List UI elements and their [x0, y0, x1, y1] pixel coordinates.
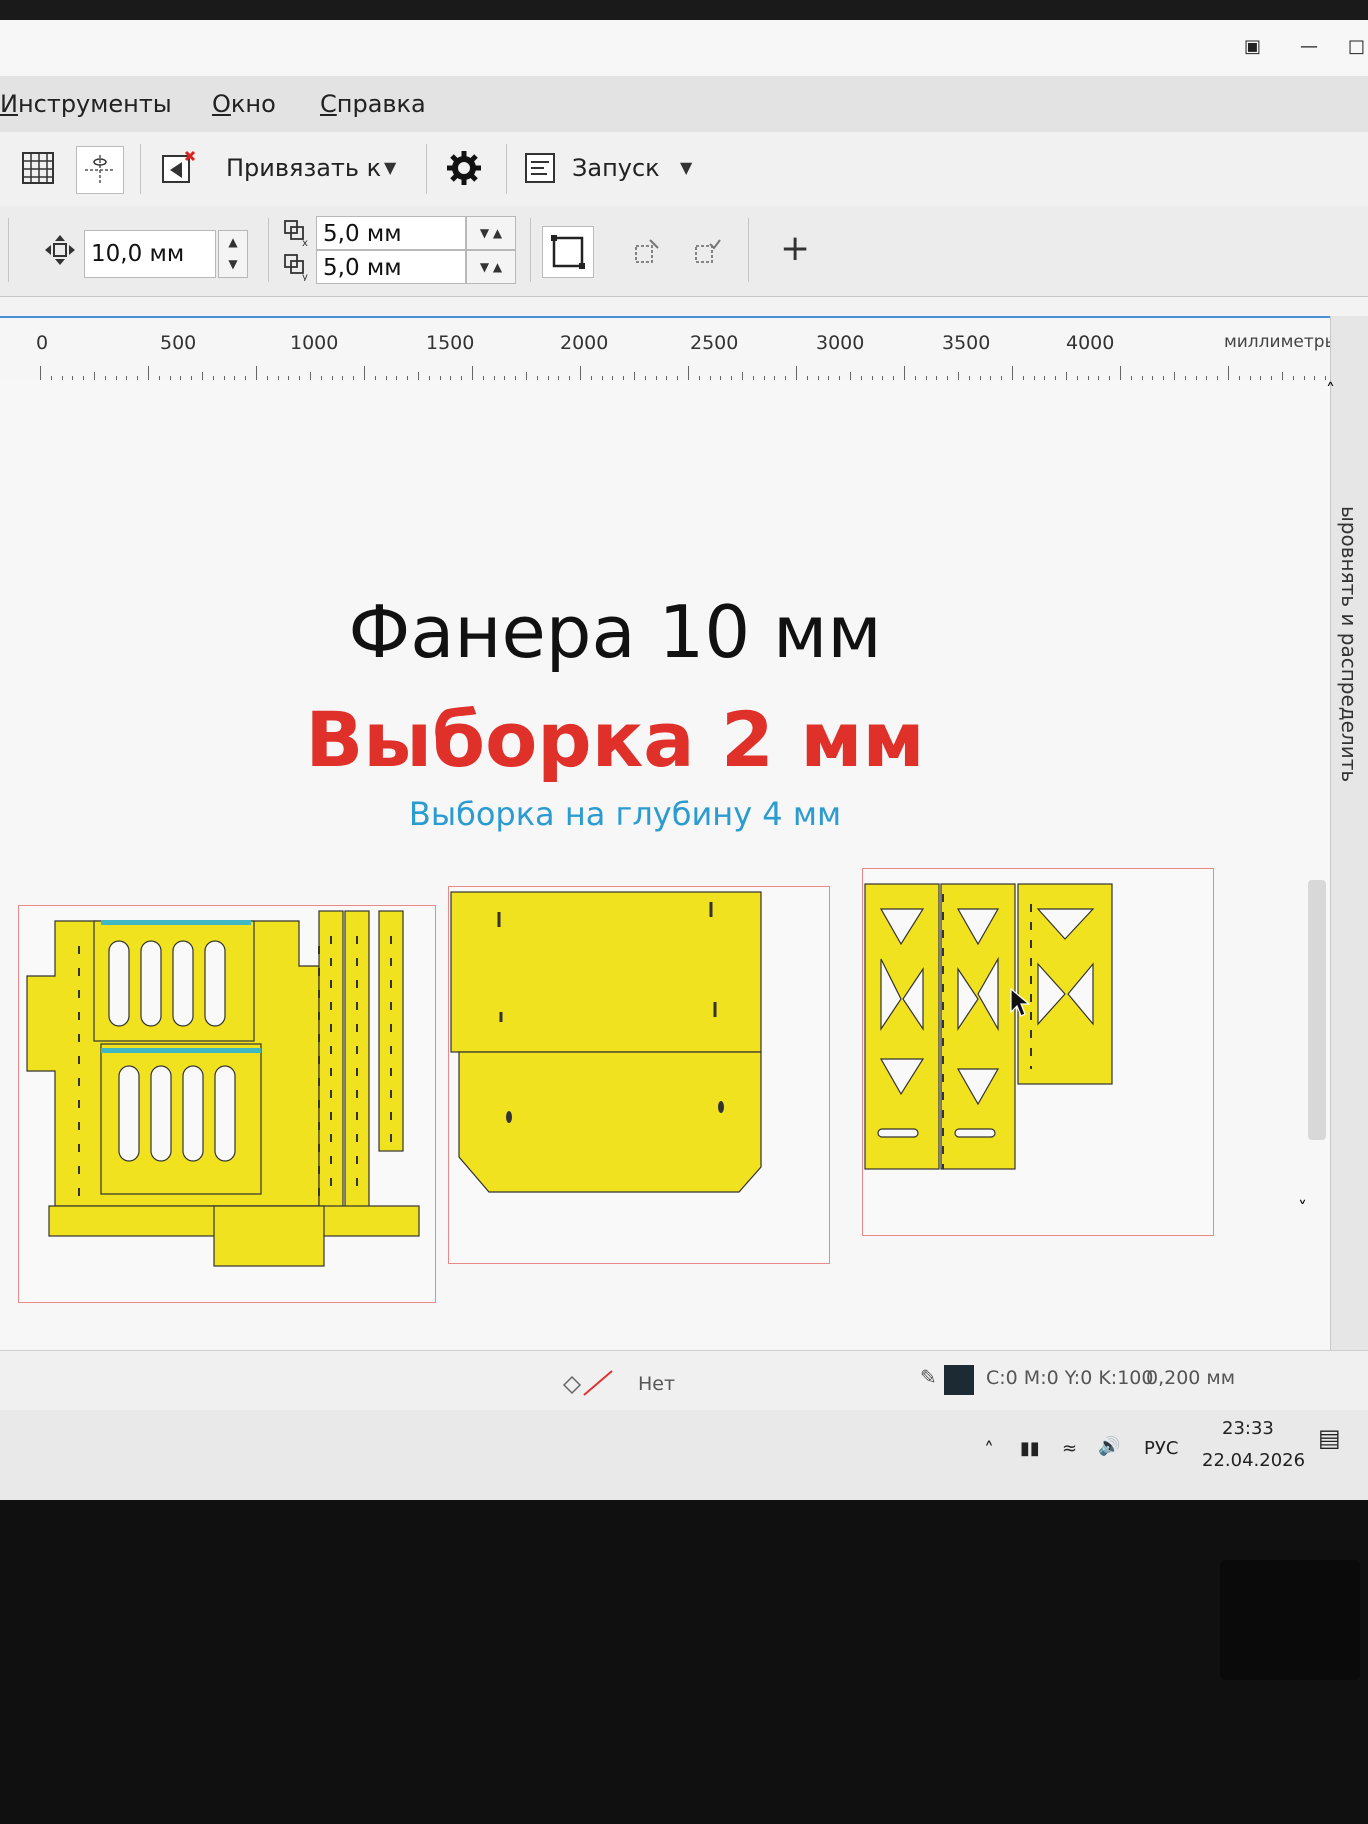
vertical-scrollbar[interactable] — [1308, 880, 1326, 1140]
launch-dropdown-icon[interactable]: ▼ — [680, 158, 692, 177]
fill-indicator-icon[interactable] — [560, 1369, 620, 1397]
launch-icon[interactable] — [522, 150, 558, 186]
duplicate-x-icon: x — [282, 218, 312, 248]
nudge-distance-field[interactable]: 10,0 мм — [84, 230, 216, 278]
plywood-title: Фанера 10 мм — [348, 590, 882, 674]
menu-bar: Инструменты Окно Справка — [0, 76, 1368, 133]
ruler-tick-label: 0 — [36, 332, 49, 354]
battery-icon[interactable]: ▮▮ — [1020, 1438, 1040, 1459]
pocket-subtitle: Выборка 2 мм — [305, 695, 925, 784]
ruler-tick-label: 4000 — [1066, 332, 1115, 354]
duplicate-x-field[interactable]: 5,0 мм — [316, 216, 466, 250]
standard-toolbar: Привязать к ▼ Запуск ▼ — [0, 132, 1368, 207]
docker-panel: ыровнять и распределить — [1330, 316, 1368, 1380]
clock-date[interactable]: 22.04.2026 — [1202, 1450, 1305, 1471]
title-bar: ▣ — □ — [0, 20, 1368, 76]
snap-dropdown-icon[interactable]: ▼ — [384, 158, 396, 177]
align-distribute-tab[interactable]: ыровнять и распределить — [1337, 506, 1361, 782]
property-bar: 10,0 мм ▲ ▼ x 5,0 мм ▼ ▲ y 5,0 мм ▼ ▲ + — [0, 206, 1368, 297]
monitor-screen: ▣ — □ Инструменты Окно Справка Привязать… — [0, 20, 1368, 1500]
monitor-bezel — [0, 1500, 1368, 1824]
scroll-down-icon[interactable]: ˅ — [1298, 1198, 1307, 1219]
horizontal-ruler: 0 500 1000 1500 2000 2500 3000 3500 4000… — [0, 316, 1352, 383]
ruler-tick-label: 1500 — [426, 332, 475, 354]
layout-sheet-1[interactable] — [18, 905, 436, 1303]
add-icon[interactable]: + — [780, 228, 810, 269]
menu-tools[interactable]: Инструменты — [0, 90, 172, 118]
guideline-settings-icon[interactable] — [628, 234, 664, 270]
outline-color-value: C:0 M:0 Y:0 K:100 — [986, 1367, 1154, 1389]
launch-label[interactable]: Запуск — [572, 154, 660, 182]
duplicate-y-field[interactable]: 5,0 мм — [316, 250, 466, 284]
ruler-unit-label: миллиметры — [1223, 332, 1338, 352]
clock-time[interactable]: 23:33 — [1222, 1418, 1274, 1439]
drawing-canvas[interactable]: Фанера 10 мм Выборка 2 мм Выборка на глу… — [0, 380, 1335, 1380]
fill-label: Нет — [638, 1373, 676, 1395]
svg-text:x: x — [302, 238, 308, 247]
ruler-tick-label: 3500 — [942, 332, 991, 354]
snap-to-label[interactable]: Привязать к — [226, 154, 381, 182]
layout-sheet-2[interactable] — [448, 886, 830, 1264]
sheet-3-parts — [864, 883, 1113, 1170]
minimize-icon[interactable]: — — [1300, 36, 1318, 57]
bounding-box-icon[interactable] — [542, 226, 594, 278]
guidelines-icon[interactable] — [76, 146, 124, 194]
snap-off-icon[interactable] — [158, 148, 198, 188]
menu-window[interactable]: Окно — [212, 90, 276, 118]
sheet-1-parts — [26, 910, 420, 1267]
notifications-icon[interactable]: ▤ — [1318, 1424, 1341, 1452]
outline-pen-icon: ✎ — [920, 1365, 937, 1389]
system-tray: ˄ ▮▮ ≈ 🔊 РУС 23:33 22.04.2026 ▤ — [0, 1410, 1368, 1500]
ruler-tick-label: 2500 — [690, 332, 739, 354]
restore-icon[interactable]: ▣ — [1244, 36, 1261, 57]
mouse-cursor-icon — [1010, 988, 1030, 1017]
options-gear-icon[interactable] — [444, 148, 484, 188]
nudge-spinner[interactable]: ▲ ▼ — [218, 230, 248, 278]
language-indicator[interactable]: РУС — [1144, 1438, 1178, 1459]
layout-sheet-3[interactable] — [862, 868, 1214, 1236]
ruler-tick-label: 500 — [160, 332, 197, 354]
scroll-up-icon[interactable]: ˄ — [1326, 380, 1335, 401]
pocket-depth-note: Выборка на глубину 4 мм — [408, 795, 842, 833]
duplicate-y-spinner[interactable]: ▼ ▲ — [466, 250, 516, 284]
monitor-stand — [1220, 1560, 1360, 1680]
sheet-2-parts — [450, 891, 762, 1193]
volume-icon[interactable]: 🔊 — [1098, 1436, 1120, 1457]
menu-help[interactable]: Справка — [320, 90, 426, 118]
ruler-tick-label: 2000 — [560, 332, 609, 354]
tray-expand-icon[interactable]: ˄ — [984, 1438, 994, 1462]
svg-text:y: y — [302, 272, 308, 281]
ruler-tick-label: 3000 — [816, 332, 865, 354]
duplicate-y-icon: y — [282, 252, 312, 282]
ruler-tick-label: 1000 — [290, 332, 339, 354]
outline-color-swatch[interactable] — [944, 1365, 974, 1395]
maximize-icon[interactable]: □ — [1348, 36, 1365, 57]
nudge-icon — [42, 232, 78, 268]
outline-width-value: 0,200 мм — [1146, 1367, 1236, 1389]
wifi-icon[interactable]: ≈ — [1062, 1438, 1077, 1459]
object-check-icon[interactable] — [688, 234, 724, 270]
duplicate-x-spinner[interactable]: ▼ ▲ — [466, 216, 516, 250]
status-bar: Нет ✎ C:0 M:0 Y:0 K:100 0,200 мм — [0, 1350, 1368, 1411]
grid-icon[interactable] — [20, 150, 56, 186]
